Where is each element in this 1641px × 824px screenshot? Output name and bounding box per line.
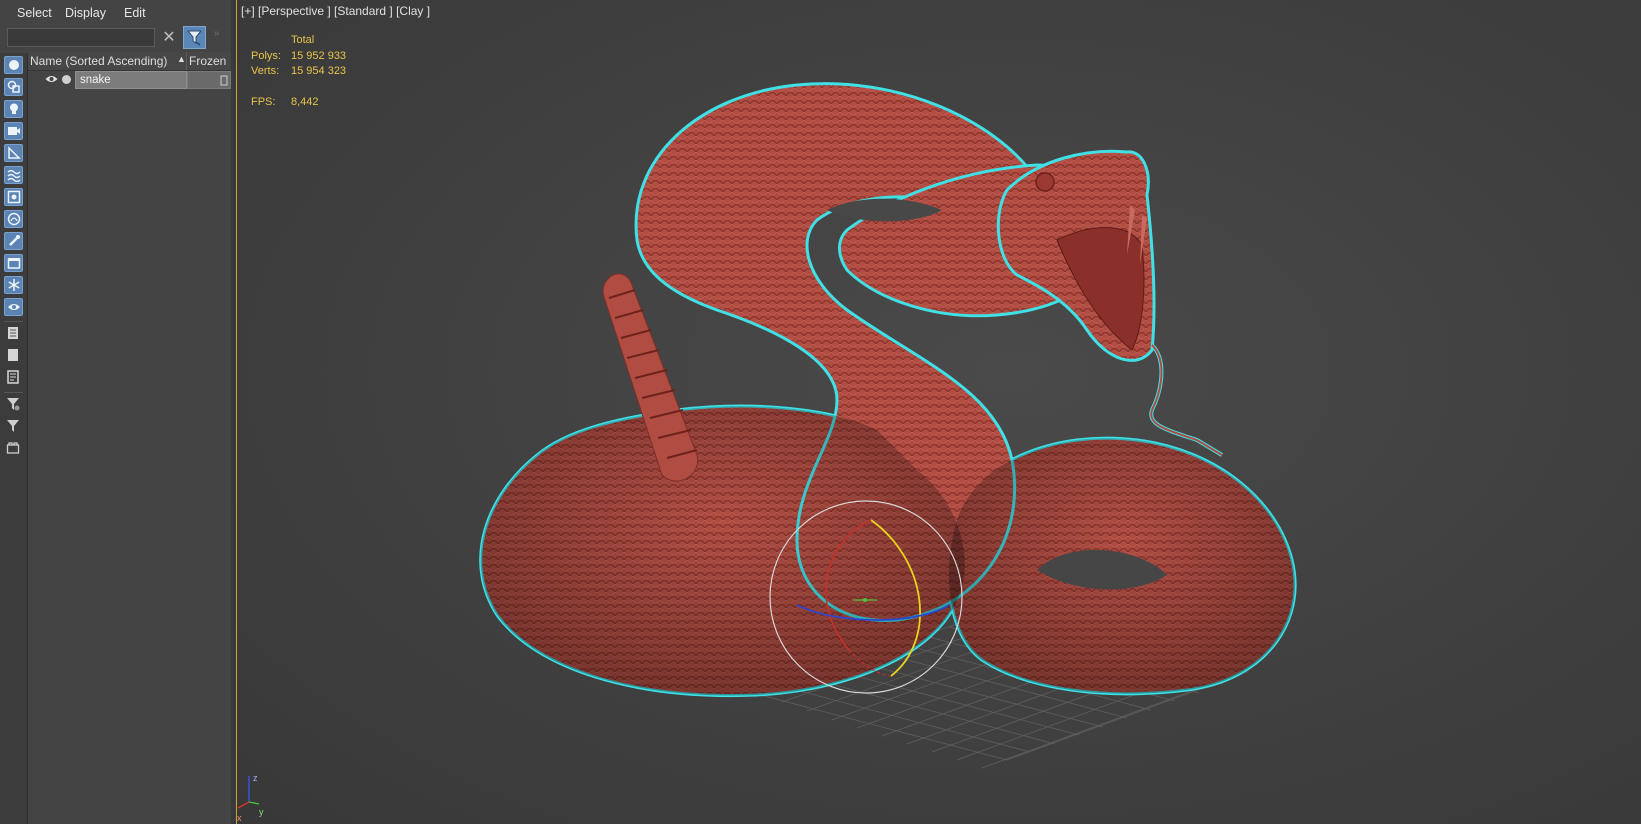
panel-options-icon[interactable]: » [214,28,220,39]
filter-frozen-button[interactable] [4,276,23,294]
filter-bones-button[interactable] [4,232,23,250]
filter-spacewarps-button[interactable] [4,166,23,184]
toolbar-separator [4,321,23,322]
stats-polys-label: Polys: [251,50,281,62]
eye-icon [8,304,20,310]
renderable-dot-icon[interactable] [62,75,71,84]
object-frozen-cell[interactable] [187,71,231,89]
layer-toggle-button[interactable] [4,440,23,458]
filter-hidden-button[interactable] [4,298,23,316]
toolbar-separator [4,392,23,393]
snake-model [479,82,1297,698]
filter-lights-button[interactable] [4,100,23,118]
stats-polys-value: 15 952 933 [291,50,347,62]
search-input[interactable] [7,28,155,47]
funnel-settings-icon [7,398,20,411]
visibility-eye-icon[interactable] [45,74,58,84]
blank-page-icon [8,349,18,361]
filter-button[interactable] [4,418,23,436]
filter-groups-button[interactable] [4,188,23,206]
object-name-cell[interactable]: snake [75,71,187,89]
filter-containers-button[interactable] [4,254,23,272]
column-divider[interactable] [186,52,187,70]
menu-edit[interactable]: Edit [124,6,146,20]
perspective-viewport[interactable]: z x y [+] [Perspective ] [Standard ] [Cl… [236,0,1641,824]
bone-icon [9,235,20,246]
viewport-scene: z x y [237,82,1297,823]
filter-toolbar [0,53,28,824]
filter-xrefs-button[interactable] [4,210,23,228]
sphere-icon [9,60,19,70]
axis-z-label: z [253,773,258,783]
display-all-button[interactable] [4,325,23,343]
menu-select[interactable]: Select [17,6,52,20]
waves-icon [7,169,21,182]
stats-fps-value: 8,442 [291,96,319,108]
layer-box-icon [6,442,20,454]
object-name: snake [80,74,111,86]
viewport-label-menu[interactable]: [+] [Perspective ] [Standard ] [Clay ] [241,4,430,18]
container-icon [7,258,21,269]
funnel-icon [7,420,19,432]
menu-display[interactable]: Display [65,6,106,20]
display-invert-button[interactable] [4,369,23,387]
axis-x-label: x [237,813,242,823]
filter-options-button[interactable] [4,396,23,414]
explorer-menubar: Select Display Edit [0,0,231,26]
axis-y-label: y [259,807,264,817]
scene-explorer-panel: Select Display Edit ✕ » Name (Sorted Asc… [0,0,231,824]
column-frozen-header[interactable]: Frozen [189,54,229,68]
table-row[interactable]: snake [28,71,231,89]
stats-fps-label: FPS: [251,96,276,108]
filter-shapes-button[interactable] [4,78,23,96]
sort-ascending-icon: ▲ [177,54,186,64]
ruler-triangle-icon [8,146,21,159]
filter-toggle-button[interactable] [183,26,206,49]
filter-geometry-button[interactable] [4,56,23,74]
funnel-icon [186,30,203,46]
clear-search-icon[interactable]: ✕ [160,28,178,48]
stats-verts-value: 15 954 323 [291,65,347,77]
stats-total-header: Total [291,34,315,46]
stats-verts-label: Verts: [251,65,280,77]
snowflake-icon [8,279,20,291]
freeze-state-icon [220,75,228,86]
column-header: Name (Sorted Ascending) ▲ Frozen [28,52,231,71]
lightbulb-icon [10,103,18,114]
xref-icon [7,212,21,226]
filter-cameras-button[interactable] [4,122,23,140]
shapes-icon [7,80,20,93]
document-icon [8,327,18,339]
group-icon [7,190,21,204]
filter-helpers-button[interactable] [4,144,23,162]
column-name-header[interactable]: Name (Sorted Ascending) [30,54,167,68]
invert-page-icon [7,370,19,384]
display-none-button[interactable] [4,347,23,365]
camera-icon [8,127,20,135]
